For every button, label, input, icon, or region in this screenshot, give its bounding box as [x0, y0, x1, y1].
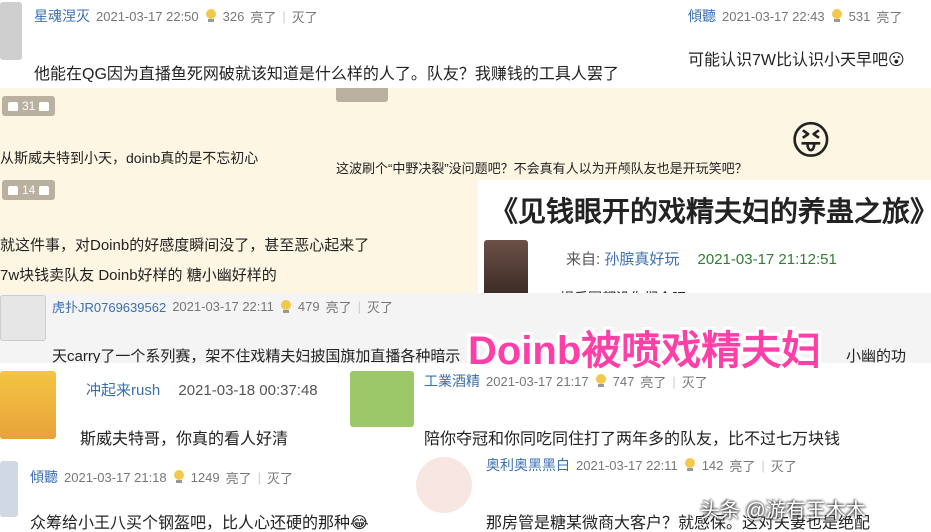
watermark: 头条 @游有王木木 [700, 500, 866, 522]
username[interactable]: 星魂涅灭 [34, 6, 90, 26]
like-count: 14 [22, 183, 36, 197]
lightbulb-icon [595, 374, 607, 388]
thumbs-up-icon [8, 185, 18, 195]
approve-button[interactable]: 亮了 [729, 456, 755, 475]
avatar[interactable] [484, 240, 528, 296]
approve-button[interactable]: 亮了 [226, 468, 252, 487]
comment-card-4: 这波刷个“中野决裂”没问题吧？不会真有人以为开颅队友也是开玩笑吧？ 😝 [330, 88, 931, 180]
comment-text: 斯威夫特哥，你真的看人好清 [80, 431, 289, 448]
comment-text: 陪你夺冠和你同吃同住打了两年多的队友，比不过七万块钱 [424, 431, 841, 448]
like-badge[interactable]: 14 [2, 180, 56, 200]
like-count: 31 [22, 99, 36, 113]
lightbulb-icon [831, 9, 843, 23]
like-count: 531 [848, 8, 871, 24]
timestamp: 2021-03-17 21:18 [64, 469, 167, 485]
comment-card-5: 14 就这件事，对Doinb的好感度瞬间没了，甚至恶心起来了 7w块钱卖队友 D… [0, 178, 478, 293]
approve-button[interactable]: 亮了 [876, 7, 902, 26]
from-label: 来自: [566, 251, 601, 268]
username[interactable]: 傾聽 [688, 6, 716, 26]
timestamp: 2021-03-17 21:12:51 [697, 251, 837, 268]
frog-avatar[interactable] [350, 371, 414, 427]
comment-card-8: 冲起来rush 2021-03-18 00:37:48 斯威夫特哥，你真的看人好… [0, 363, 342, 455]
like-count: 1249 [190, 469, 220, 485]
divider: | [257, 469, 261, 485]
comment-text: 可能认识7W比认识小天早吧 [688, 52, 889, 69]
timestamp: 2021-03-17 22:43 [722, 8, 825, 24]
laughing-emoji-icon: 😂 [350, 515, 369, 532]
like-count: 479 [297, 299, 320, 314]
like-badge[interactable]: 31 [2, 96, 56, 116]
overlay-caption: Doinb被喷戏精夫妇 [468, 329, 822, 373]
username[interactable]: 孙膑真好玩 [604, 251, 679, 268]
comment-text-line-2: 7w块钱卖队友 Doinb好样的 糖小幽好样的 [0, 267, 277, 284]
thumbs-down-icon [39, 101, 50, 111]
lightbulb-icon [684, 458, 696, 472]
approve-button[interactable]: 亮了 [326, 297, 352, 316]
username[interactable]: 虎扑JR0769639562 [52, 297, 166, 316]
comment-text: 这波刷个“中野决裂”没问题吧？不会真有人以为开颅队友也是开玩笑吧？ [336, 161, 748, 176]
comment-text: 从斯威夫特到小天，doinb真的是不忘初心 [0, 150, 259, 166]
surprised-emoji-icon: 😮 [888, 52, 905, 69]
comment-text: 众筹给小王八买个钢盔吧，比人心还硬的那种 [30, 515, 351, 532]
username[interactable]: 傾聽 [30, 467, 58, 487]
timestamp: 2021-03-17 22:50 [96, 8, 199, 24]
timestamp: 2021-03-17 22:11 [576, 457, 678, 473]
comment-card-3: 31 从斯威夫特到小天，doinb真的是不忘初心 [0, 88, 330, 178]
avatar[interactable] [0, 461, 18, 517]
comment-card-2: 傾聽 2021-03-17 22:43 531 亮了 可能认识7W比认识小天早吧… [680, 0, 931, 88]
avatar[interactable] [416, 457, 472, 513]
timestamp: 2021-03-18 00:37:48 [178, 382, 318, 399]
username[interactable]: 奥利奥黑黑白 [486, 455, 570, 475]
lightbulb-icon [205, 9, 217, 23]
cartoon-sticker-icon: 😝 [790, 119, 832, 163]
anime-avatar[interactable] [0, 371, 56, 439]
comment-text: 他能在QG因为直播鱼死网破就该知道是什么样的人了。队友？我赚钱的工具人罢了 [34, 66, 619, 83]
timestamp: 2021-03-17 22:11 [172, 299, 274, 314]
disapprove-button[interactable]: 灭了 [771, 456, 797, 475]
thumbs-down-icon [39, 185, 50, 195]
lightbulb-icon [173, 470, 185, 484]
comment-text-line-1: 就这件事，对Doinb的好感度瞬间没了，甚至恶心起来了 [0, 237, 370, 254]
like-count: 326 [222, 8, 245, 24]
comment-card-9: 工業酒精 2021-03-17 21:17 747 亮了 | 灭了 陪你夺冠和你… [342, 363, 931, 455]
post-title: 《见钱眼开的戏精夫妇的养蛊之旅》 [490, 197, 931, 228]
username[interactable]: 冲起来rush [86, 382, 160, 399]
comment-card-1: 星魂涅灭 2021-03-17 22:50 326 亮了 | 灭了 他能在QG因… [0, 0, 680, 88]
approve-button[interactable]: 亮了 [250, 7, 276, 26]
comment-card-10: 傾聽 2021-03-17 21:18 1249 亮了 | 灭了 众筹给小王八买… [0, 455, 414, 532]
disapprove-button[interactable]: 灭了 [292, 7, 318, 26]
default-avatar-icon[interactable] [0, 295, 46, 341]
divider: | [282, 8, 286, 24]
divider: | [761, 457, 765, 473]
disapprove-button[interactable]: 灭了 [267, 468, 293, 487]
like-badge[interactable] [336, 88, 388, 102]
avatar[interactable] [0, 2, 22, 60]
divider: | [357, 299, 361, 314]
like-count: 142 [701, 457, 724, 473]
disapprove-button[interactable]: 灭了 [367, 297, 393, 316]
lightbulb-icon [280, 299, 292, 314]
thumbs-up-icon [8, 101, 18, 111]
